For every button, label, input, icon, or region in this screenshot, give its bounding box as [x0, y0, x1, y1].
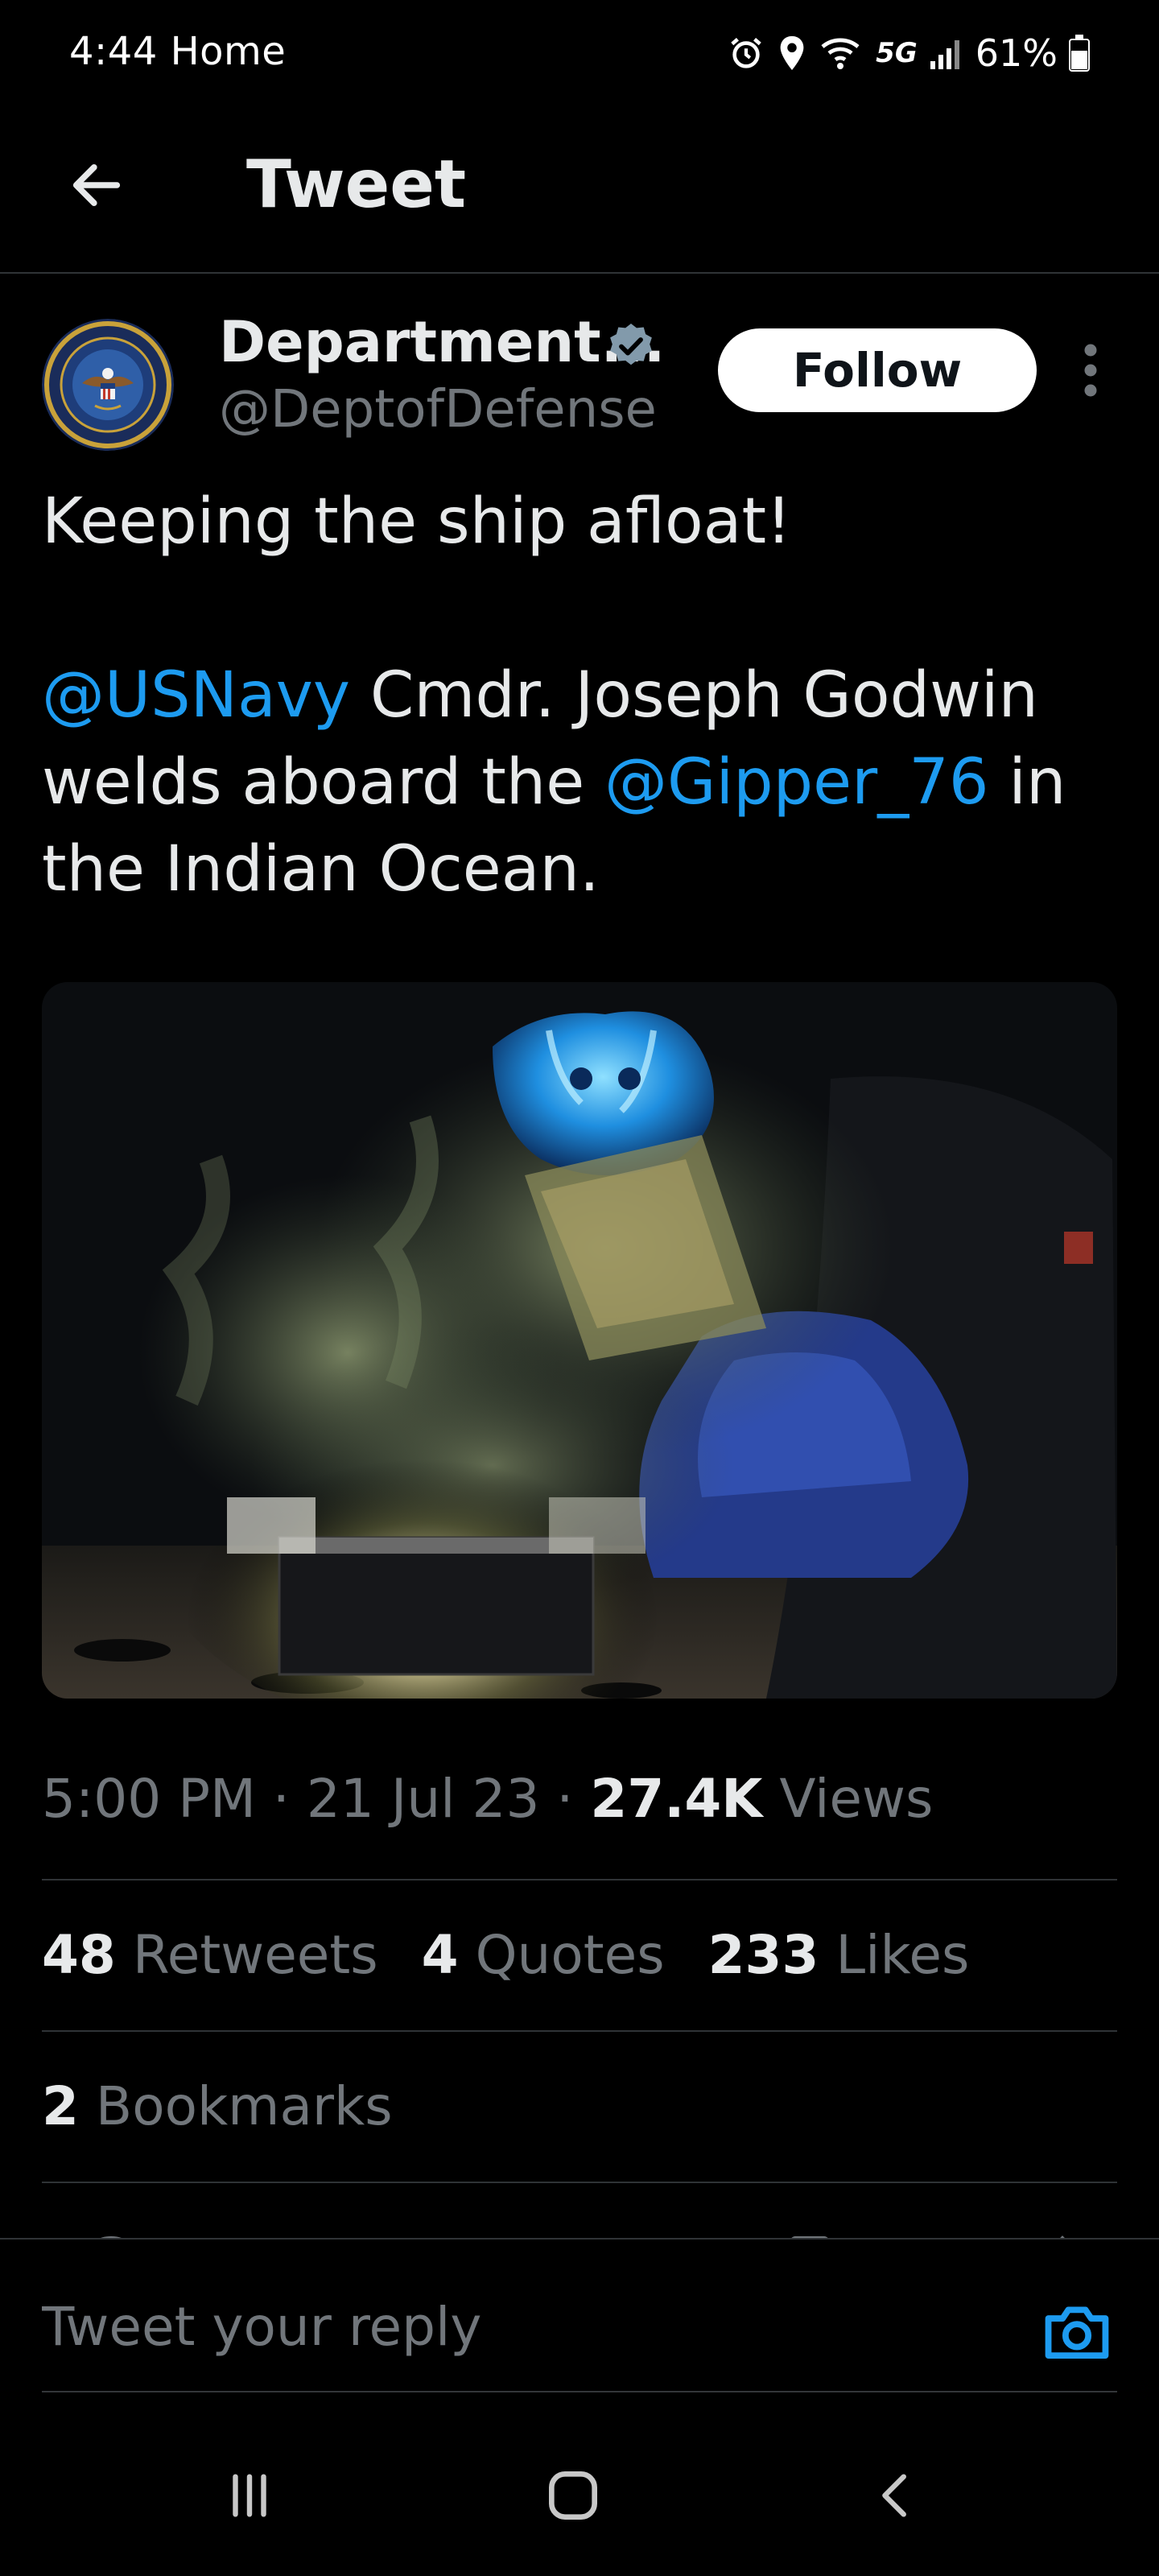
divider — [42, 2030, 1117, 2032]
recents-icon — [233, 2474, 266, 2517]
follow-button[interactable]: Follow — [718, 328, 1037, 412]
retweets-stat[interactable]: 48 Retweets — [42, 1924, 378, 1986]
meta-separator: · — [539, 1768, 591, 1830]
divider — [42, 2182, 1117, 2183]
avatar[interactable] — [42, 319, 174, 451]
mention-gipper[interactable]: @Gipper_76 — [604, 746, 988, 819]
status-time: 4:44 Home — [69, 29, 286, 74]
battery-icon — [1069, 35, 1090, 72]
like-icon[interactable] — [547, 2227, 596, 2238]
verified-badge-icon — [605, 320, 657, 372]
tweet-text: Keeping the ship afloat! @USNavy Cmdr. J… — [42, 478, 1136, 913]
quotes-stat[interactable]: 4 Quotes — [422, 1924, 665, 1986]
network-label: 5G — [876, 37, 918, 69]
reply-icon[interactable] — [87, 2227, 135, 2238]
signal-icon — [929, 37, 964, 69]
reply-bar — [0, 2238, 1159, 2399]
chevron-left-icon — [882, 2474, 906, 2517]
bookmarks-label: Bookmarks — [78, 2075, 393, 2137]
bookmarks-count: 2 — [42, 2075, 79, 2137]
tweet-header: Tweet — [0, 105, 1159, 274]
alarm-icon — [728, 35, 765, 72]
tweet-time: 5:00 PM — [42, 1768, 256, 1830]
recents-button[interactable] — [201, 2455, 298, 2536]
arrow-left-icon — [72, 164, 121, 206]
tweet-meta: 5:00 PM · 21 Jul 23 · 27.4K Views — [42, 1768, 933, 1830]
status-icons: 5G 61% — [728, 27, 1090, 79]
camera-button[interactable] — [1038, 2293, 1116, 2370]
camera-icon — [1045, 2306, 1109, 2359]
retweets-label: Retweets — [115, 1924, 378, 1986]
wifi-icon — [819, 35, 864, 72]
tweet-line-1: Keeping the ship afloat! — [42, 485, 792, 558]
nav-back-button[interactable] — [848, 2455, 945, 2536]
quotes-count: 4 — [421, 1924, 459, 1986]
mention-usnavy[interactable]: @USNavy — [42, 659, 350, 732]
tweet-body: @USNavy Cmdr. Joseph Godwin welds aboard… — [42, 652, 1136, 913]
divider — [42, 1879, 1117, 1880]
reply-underline — [42, 2391, 1117, 2392]
meta-separator: · — [255, 1768, 307, 1830]
likes-label: Likes — [819, 1924, 970, 1986]
views-label[interactable]: Views — [762, 1768, 933, 1830]
share-icon[interactable] — [1038, 2227, 1087, 2238]
tweet-photo[interactable] — [42, 982, 1117, 1699]
bookmarks-stat[interactable]: 2 Bookmarks — [42, 2075, 393, 2137]
quotes-label: Quotes — [458, 1924, 665, 1986]
page-title: Tweet — [246, 147, 467, 223]
system-nav-bar — [0, 2407, 1159, 2576]
retweets-count: 48 — [42, 1924, 116, 1986]
bookmark-icon[interactable] — [786, 2227, 834, 2238]
home-icon — [549, 2471, 597, 2520]
welding-photo — [42, 982, 1117, 1699]
likes-stat[interactable]: 233 Likes — [708, 1924, 970, 1986]
home-label: Home — [170, 29, 287, 74]
more-vertical-icon — [1084, 344, 1097, 397]
more-button[interactable] — [1070, 338, 1111, 402]
author-name[interactable]: Department... — [219, 309, 665, 375]
back-button[interactable] — [56, 145, 137, 225]
author-handle[interactable]: @DeptofDefense — [219, 380, 657, 440]
likes-count: 233 — [707, 1924, 819, 1986]
clock-text: 4:44 — [69, 29, 158, 74]
dod-seal-logo — [42, 319, 174, 451]
tweet-date: 21 Jul 23 — [306, 1768, 540, 1830]
status-bar: 4:44 Home 5G 61% — [0, 0, 1159, 105]
engagement-stats: 48 Retweets 4 Quotes 233 Likes — [42, 1924, 969, 1986]
reply-input[interactable] — [42, 2296, 992, 2358]
battery-percent: 61% — [975, 31, 1058, 75]
home-button[interactable] — [525, 2455, 621, 2536]
views-count[interactable]: 27.4K — [590, 1768, 762, 1830]
location-icon — [776, 35, 808, 72]
